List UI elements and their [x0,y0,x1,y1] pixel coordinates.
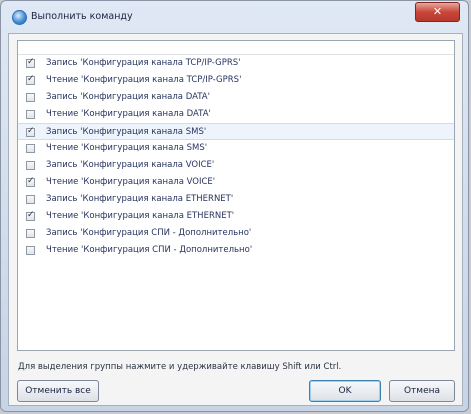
close-button[interactable]: ✕ [415,2,460,22]
item-checkbox[interactable] [26,161,35,170]
app-icon [12,10,27,25]
list-item[interactable]: Чтение 'Конфигурация СПИ - Дополнительно… [18,242,454,259]
item-checkbox[interactable] [26,229,35,238]
command-list[interactable]: Запись 'Конфигурация канала TCP/IP-GPRS'… [17,40,455,351]
selection-hint: Для выделения группы нажмите и удерживай… [18,362,342,372]
dialog-body: Запись 'Конфигурация канала TCP/IP-GPRS'… [8,33,463,406]
item-label: Запись 'Конфигурация канала SMS' [46,127,207,137]
list-item[interactable]: Чтение 'Конфигурация канала TCP/IP-GPRS' [18,72,454,89]
item-label: Запись 'Конфигурация канала DATA' [46,92,210,102]
list-item[interactable]: Запись 'Конфигурация канала SMS' [18,123,454,140]
item-label: Чтение 'Конфигурация канала TCP/IP-GPRS' [46,75,242,85]
item-label: Запись 'Конфигурация СПИ - Дополнительно… [46,228,252,238]
list-item[interactable]: Запись 'Конфигурация канала TCP/IP-GPRS' [18,55,454,72]
item-label: Чтение 'Конфигурация канала VOICE' [46,177,216,187]
list-item[interactable]: Чтение 'Конфигурация канала ETHERNET' [18,208,454,225]
list-header [18,41,454,55]
item-checkbox[interactable] [26,74,35,85]
item-label: Чтение 'Конфигурация канала SMS' [46,143,208,153]
item-label: Запись 'Конфигурация канала VOICE' [46,160,215,170]
item-checkbox[interactable] [26,195,35,204]
window-title: Выполнить команду [31,11,133,22]
list-item[interactable]: Запись 'Конфигурация СПИ - Дополнительно… [18,225,454,242]
list-item[interactable]: Чтение 'Конфигурация канала DATA' [18,106,454,123]
list-item[interactable]: Чтение 'Конфигурация канала VOICE' [18,174,454,191]
item-label: Чтение 'Конфигурация СПИ - Дополнительно… [46,245,253,255]
execute-command-dialog: Выполнить команду ✕ Запись 'Конфигурация… [0,0,469,412]
item-checkbox[interactable] [26,110,35,119]
item-checkbox[interactable] [26,176,35,187]
list-item[interactable]: Запись 'Конфигурация канала DATA' [18,89,454,106]
item-label: Чтение 'Конфигурация канала ETHERNET' [46,211,235,221]
item-checkbox[interactable] [26,144,35,153]
list-item[interactable]: Чтение 'Конфигурация канала SMS' [18,140,454,157]
list-item[interactable]: Запись 'Конфигурация канала VOICE' [18,157,454,174]
item-label: Запись 'Конфигурация канала TCP/IP-GPRS' [46,58,241,68]
cancel-button[interactable]: Отмена [389,380,455,402]
deselect-all-button[interactable]: Отменить все [17,380,99,402]
item-label: Запись 'Конфигурация канала ETHERNET' [46,194,234,204]
ok-button[interactable]: OK [309,380,381,402]
list-item[interactable]: Запись 'Конфигурация канала ETHERNET' [18,191,454,208]
item-checkbox[interactable] [26,246,35,255]
item-checkbox[interactable] [26,126,35,137]
item-checkbox[interactable] [26,210,35,221]
item-checkbox[interactable] [26,93,35,102]
item-label: Чтение 'Конфигурация канала DATA' [46,109,211,119]
item-checkbox[interactable] [26,57,35,68]
title-bar: Выполнить команду ✕ [1,1,468,33]
